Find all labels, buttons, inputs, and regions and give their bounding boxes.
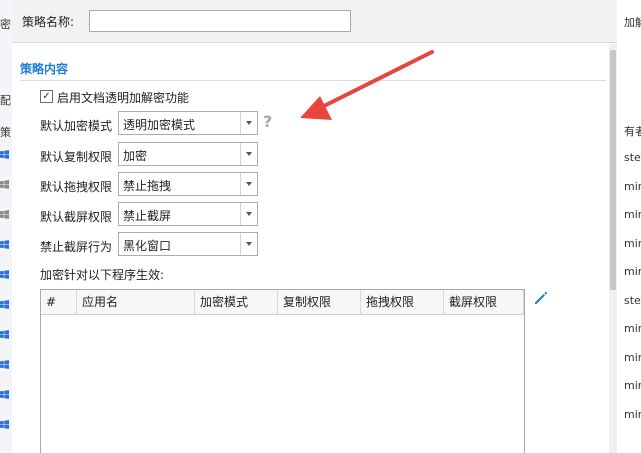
select-value: 加密: [123, 149, 148, 163]
default-drag-permission-label: 默认拖拽权限: [40, 180, 113, 194]
background-text: min: [624, 351, 641, 364]
background-window-right: 加解 有者 ste min min min min ste min min mi…: [617, 0, 641, 453]
enable-encryption-checkbox[interactable]: ✓: [40, 90, 53, 103]
section-title: 策略内容: [20, 62, 69, 76]
background-text: min: [624, 265, 641, 278]
windows-logo-icon: [0, 360, 9, 369]
policy-name-label: 策略名称:: [22, 15, 75, 29]
column-header-copy-permission[interactable]: 复制权限: [278, 290, 361, 314]
scrollbar-thumb[interactable]: [610, 50, 616, 290]
pencil-icon[interactable]: [532, 289, 550, 307]
select-value: 禁止截屏: [123, 209, 172, 223]
annotation-arrow-icon: [300, 50, 434, 120]
apps-label: 加密针对以下程序生效:: [40, 268, 165, 282]
default-copy-permission-label: 默认复制权限: [40, 150, 113, 164]
default-screenshot-permission-select[interactable]: 禁止截屏: [118, 202, 258, 226]
default-drag-permission-select[interactable]: 禁止拖拽: [118, 172, 258, 196]
background-text: min: [624, 379, 641, 392]
chevron-down-icon[interactable]: [240, 233, 257, 255]
background-text: 有者: [624, 125, 641, 138]
chevron-down-icon[interactable]: [240, 203, 257, 225]
background-text: min: [624, 208, 641, 221]
default-encrypt-mode-select[interactable]: 透明加密模式: [118, 111, 258, 135]
apps-table[interactable]: # 应用名 加密模式 复制权限 拖拽权限 截屏权限: [40, 289, 525, 453]
policy-name-input[interactable]: [89, 10, 351, 32]
background-text: ste: [624, 294, 641, 307]
windows-logo-icon: [0, 210, 9, 219]
screenshot-block-behavior-label: 禁止截屏行为: [40, 240, 113, 254]
help-icon[interactable]: ?: [263, 112, 272, 131]
windows-logo-icon: [0, 270, 9, 279]
column-header-screenshot-permission[interactable]: 截屏权限: [444, 290, 524, 314]
default-encrypt-mode-label: 默认加密模式: [40, 119, 113, 133]
background-text: 配: [0, 94, 11, 107]
default-screenshot-permission-label: 默认截屏权限: [40, 210, 113, 224]
background-text: min: [624, 322, 641, 335]
windows-logo-icon: [0, 240, 9, 249]
windows-logo-icon: [0, 420, 9, 429]
column-header-encrypt-mode[interactable]: 加密模式: [195, 290, 278, 314]
background-text: ste: [624, 151, 641, 164]
select-value: 黑化窗口: [123, 239, 172, 253]
chevron-down-icon[interactable]: [240, 173, 257, 195]
background-text: min: [624, 180, 641, 193]
policy-name-row: 策略名称:: [12, 0, 617, 43]
column-header-index[interactable]: #: [41, 290, 77, 314]
column-header-app-name[interactable]: 应用名: [77, 290, 195, 314]
column-header-drag-permission[interactable]: 拖拽权限: [361, 290, 444, 314]
policy-dialog: 策略名称: 策略内容 ✓ 启用文档透明加解密功能 默认加密模式 透明加密模式 ?…: [12, 0, 617, 453]
windows-logo-icon: [0, 150, 9, 159]
vertical-scrollbar[interactable]: [609, 44, 617, 453]
windows-logo-icon: [0, 180, 9, 189]
background-text: 策: [0, 126, 11, 139]
enable-encryption-label: 启用文档透明加解密功能: [57, 91, 190, 105]
chevron-down-icon[interactable]: [240, 143, 257, 165]
background-text: 加解: [624, 16, 641, 29]
default-copy-permission-select[interactable]: 加密: [118, 142, 258, 166]
background-text: 密: [0, 18, 11, 31]
select-value: 禁止拖拽: [123, 179, 172, 193]
select-value: 透明加密模式: [123, 118, 196, 132]
windows-logo-icon: [0, 300, 9, 309]
windows-logo-icon: [0, 390, 9, 399]
windows-logo-icon: [0, 330, 9, 339]
background-text: min: [624, 237, 641, 250]
background-text: min: [624, 408, 641, 421]
chevron-down-icon[interactable]: [240, 112, 257, 134]
screenshot-block-behavior-select[interactable]: 黑化窗口: [118, 232, 258, 256]
apps-table-header: # 应用名 加密模式 复制权限 拖拽权限 截屏权限: [41, 290, 524, 315]
